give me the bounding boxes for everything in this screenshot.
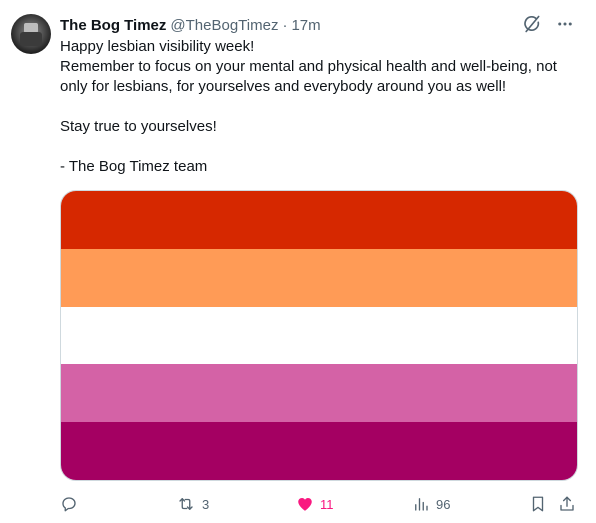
flag-stripe [61,364,577,423]
heart-icon [296,495,314,513]
post-text-line: Happy lesbian visibility week! [60,38,255,55]
more-icon[interactable] [556,15,574,33]
avatar[interactable] [11,14,51,54]
post-text-line: Stay true to yourselves! [60,118,217,135]
bookmark-button[interactable] [529,493,547,515]
post-text-line: - The Bog Timez team [60,158,208,175]
post-text-line: only for lesbians, for yourselves and ev… [60,78,507,95]
repost-button[interactable]: 3 [176,493,209,515]
flag-stripe [61,248,577,307]
post-text-line: Remember to focus on your mental and phy… [60,58,557,75]
reply-icon [60,495,78,513]
post-image-lesbian-flag[interactable] [60,190,578,481]
post[interactable]: The Bog Timez @TheBogTimez · 17m Happy l… [0,0,596,523]
share-button[interactable] [558,493,576,515]
author-handle[interactable]: @TheBogTimez [170,17,278,34]
repost-count: 3 [202,496,210,512]
author-name[interactable]: The Bog Timez [60,17,166,34]
reply-button[interactable] [60,493,84,515]
repost-icon [176,495,196,513]
views-button[interactable]: 96 [412,493,450,515]
share-icon [558,495,576,513]
avatar-detail [20,32,42,46]
flag-stripe [61,191,577,249]
like-count: 11 [320,496,334,512]
action-bar: 3 11 96 [60,493,578,515]
views-icon [412,495,430,513]
flag-stripe [61,422,577,480]
header-actions [522,14,574,34]
bookmark-icon [529,495,547,513]
post-text: Happy lesbian visibility week! Remember … [60,37,580,177]
post-header: The Bog Timez @TheBogTimez · 17m [60,14,321,36]
like-button[interactable]: 11 [296,493,334,515]
grok-icon[interactable] [522,14,542,34]
flag-stripe [61,306,577,365]
separator: · [282,16,288,34]
timestamp[interactable]: 17m [291,17,320,34]
views-count: 96 [436,496,451,512]
